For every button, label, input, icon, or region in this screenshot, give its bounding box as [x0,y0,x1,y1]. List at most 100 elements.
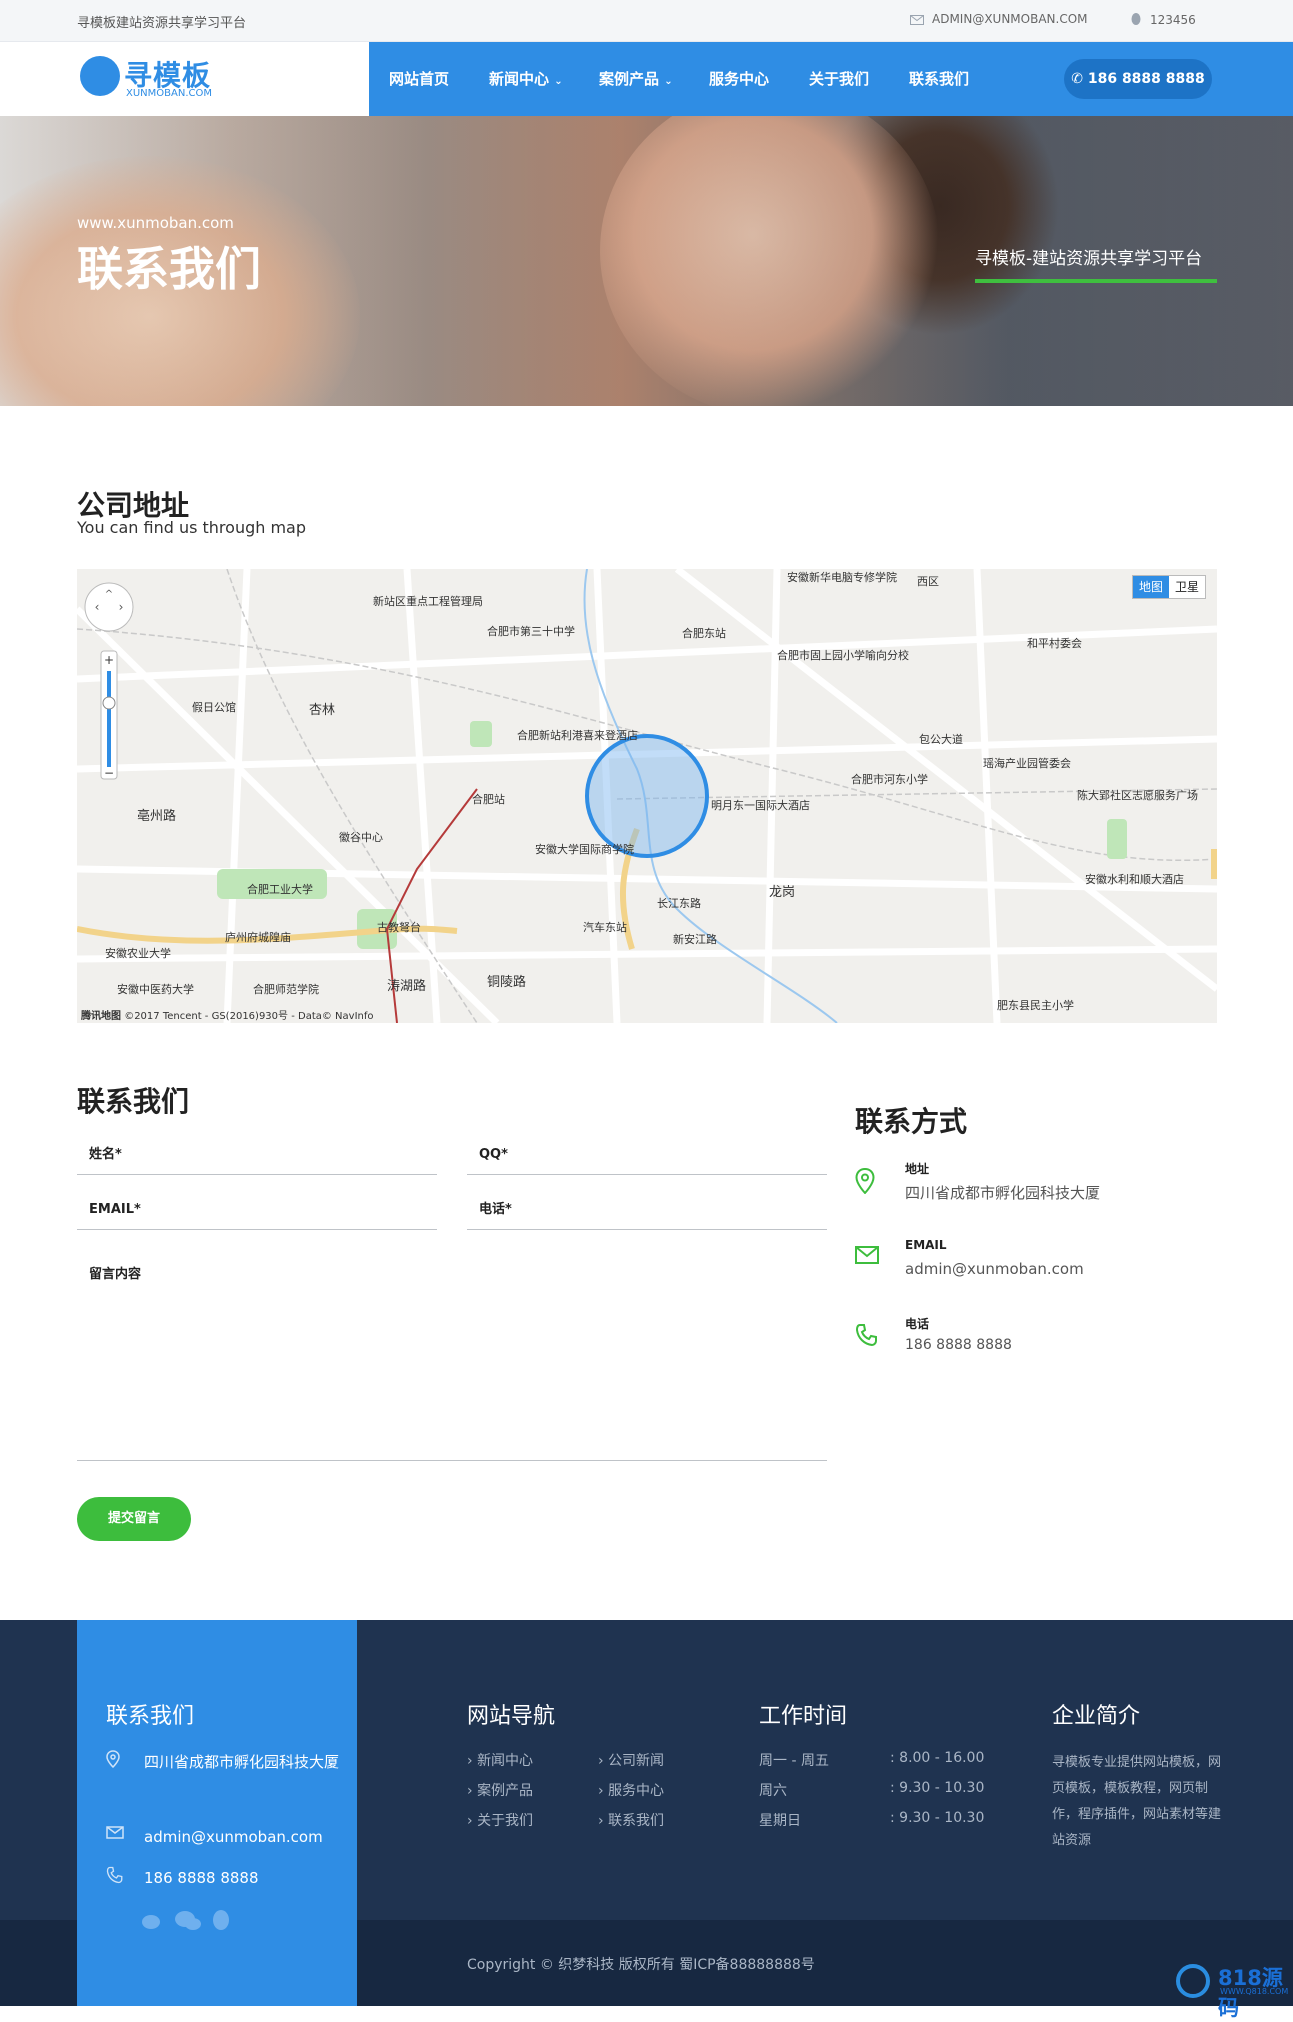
map-label: 合肥市固上园小学喻向分校 [777,649,909,662]
map-label: 安徽水利和顺大酒店 [1085,873,1184,886]
qq-input[interactable]: QQ* [467,1135,827,1175]
location-pin-icon [855,1168,875,1194]
map-tab-satellite[interactable]: 卫星 [1169,576,1205,598]
map-label: 瑶海产业园管委会 [983,757,1071,770]
nav-item-about[interactable]: 关于我们 [809,68,869,89]
map-label: 铜陵路 [487,975,527,990]
name-input[interactable]: 姓名* [77,1135,437,1175]
footer-address: 四川省成都市孵化园科技大厦 [106,1750,339,1800]
map-label: 包公大道 [919,733,963,746]
footer-email[interactable]: admin@xunmoban.com [106,1825,323,1849]
hours-day: 星期日 [759,1813,801,1829]
footer-link[interactable]: › 服务中心 [598,1780,664,1800]
site-name: 寻模板建站资源共享学习平台 [77,16,247,31]
hero-slogan: 寻模板-建站资源共享学习平台 [975,244,1217,283]
footer-contact-card: 联系我们 四川省成都市孵化园科技大厦 admin@xunmoban.com 18… [77,1620,357,2006]
hero-title: 联系我们 [77,242,261,296]
chevron-down-icon: ⌄ [554,76,563,87]
mail-icon [910,15,924,25]
contact-way-title: 联系方式 [855,1105,968,1138]
svg-text:^: ^ [105,589,113,600]
zoom-in-icon[interactable]: + [104,653,114,667]
footer-link[interactable]: › 新闻中心 [467,1750,533,1770]
map-label: 合肥工业大学 [247,883,313,896]
map-label: 陈大郢社区志愿服务广场 [1077,789,1198,802]
footer-link[interactable]: › 关于我们 [467,1810,533,1830]
svg-text:›: › [119,600,124,614]
map[interactable]: 地图 卫星 ^ ‹ › + − 安徽新华电脑专修学院 西区 新站区重点工程管理局 … [77,569,1217,1023]
map-controls: ^ ‹ › + − [83,581,135,785]
phone-input[interactable]: 电话* [467,1190,827,1230]
map-label: 龙岗 [769,885,796,900]
map-label: 古教弩台 [377,921,421,934]
main-nav: 网站首页 新闻中心 ⌄ 案例产品 ⌄ 服务中心 关于我们 联系我们 ✆ 186 … [369,42,1293,116]
phone-button[interactable]: ✆ 186 8888 8888 [1064,59,1212,99]
hero-banner: www.xunmoban.com 联系我们 寻模板-建站资源共享学习平台 [0,116,1293,406]
footer-intro-text: 寻模板专业提供网站模板，网页模板，模板教程，网页制作，程序插件，网站素材等建站资… [1052,1755,1222,1848]
map-label: 新安江路 [673,933,717,946]
map-tab-map[interactable]: 地图 [1133,576,1170,598]
footer-link[interactable]: › 案例产品 [467,1780,533,1800]
footer-intro-title: 企业简介 [1052,1704,1141,1729]
top-email[interactable]: ADMIN@XUNMOBAN.COM [910,12,1088,26]
map-label: 安徽大学国际商学院 [535,843,634,856]
phone-icon [106,1866,123,1884]
top-bar: 寻模板建站资源共享学习平台 ADMIN@XUNMOBAN.COM 123456 [0,0,1293,42]
footer-nav-title: 网站导航 [467,1704,556,1729]
contact-email: EMAIL admin@xunmoban.com [855,1238,1215,1308]
social-icons [142,1910,229,1930]
hours-time: : 8.00 - 16.00 [890,1750,985,1766]
zoom-slider-handle[interactable] [102,696,116,710]
form-title: 联系我们 [77,1085,190,1118]
nav-item-news[interactable]: 新闻中心 ⌄ [489,68,563,89]
map-label: 徽谷中心 [339,831,383,844]
nav-item-cases[interactable]: 案例产品 ⌄ [599,68,673,89]
qq-icon [1131,13,1141,25]
map-label: 庐州府城隍庙 [225,931,291,944]
nav-item-service[interactable]: 服务中心 [709,68,769,89]
message-textarea[interactable]: 留言内容 [77,1253,827,1461]
chevron-down-icon: ⌄ [664,76,673,87]
map-copyright: 腾讯地图 ©2017 Tencent - GS(2016)930号 - Data… [81,1011,374,1022]
footer-link[interactable]: › 公司新闻 [598,1750,664,1770]
map-label: 和平村委会 [1027,637,1082,650]
submit-button[interactable]: 提交留言 [77,1497,191,1541]
map-label: 合肥东站 [682,627,726,640]
footer-hours-title: 工作时间 [759,1704,848,1729]
logo-subtext: XUNMOBAN.COM [126,88,212,99]
watermark-badge: 818源码 WWW.Q818.COM [1172,1960,1288,2020]
address-subtitle: You can find us through map [77,518,307,537]
map-label: 合肥站 [472,793,505,806]
svg-text:‹: ‹ [95,600,100,614]
nav-item-contact[interactable]: 联系我们 [909,68,969,89]
contact-phone: 电话 186 8888 8888 [855,1315,1215,1385]
map-label: 假日公馆 [192,701,236,714]
header: 寻模板 XUNMOBAN.COM 网站首页 新闻中心 ⌄ 案例产品 ⌄ 服务中心… [0,42,1293,116]
hours-day: 周六 [759,1783,787,1799]
logo[interactable]: 寻模板 XUNMOBAN.COM [80,52,220,102]
footer-link[interactable]: › 联系我们 [598,1810,664,1830]
hero-site-url: www.xunmoban.com [77,214,234,232]
play-logo-icon [1176,1964,1210,1998]
qq-icon[interactable] [213,1910,229,1930]
map-label: 新站区重点工程管理局 [373,595,483,608]
map-label: 合肥师范学院 [253,983,319,996]
map-label: 明月东一国际大酒店 [711,799,810,812]
map-type-tabs: 地图 卫星 [1132,575,1207,599]
top-qq[interactable]: 123456 [1130,12,1196,27]
map-brand: 腾讯地图 [81,1011,121,1022]
weibo-icon[interactable] [142,1915,160,1929]
nav-item-home[interactable]: 网站首页 [389,68,449,89]
logo-mark [80,56,120,96]
zoom-out-icon[interactable]: − [104,766,114,780]
map-label: 安徽农业大学 [105,947,171,960]
location-pin-icon [106,1750,120,1769]
footer-contact-title: 联系我们 [106,1704,195,1729]
email-input[interactable]: EMAIL* [77,1190,437,1230]
phone-icon [855,1324,877,1347]
map-label: 杏林 [309,703,336,718]
mail-icon [855,1246,879,1264]
footer-phone: 186 8888 8888 [106,1866,259,1890]
map-label: 长江东路 [657,897,701,910]
map-label: 亳州路 [137,809,177,824]
